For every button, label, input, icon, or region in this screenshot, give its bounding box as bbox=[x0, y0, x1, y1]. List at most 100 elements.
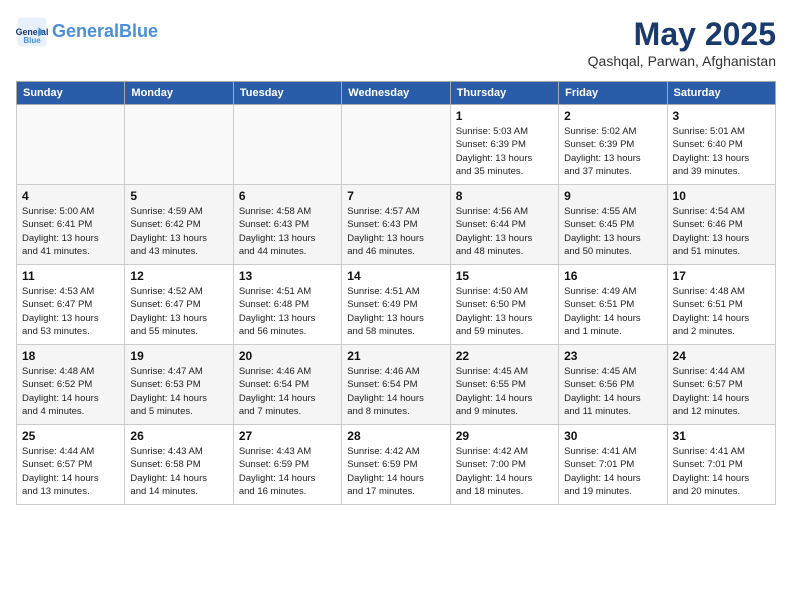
page-header: General Blue GeneralBlue May 2025 Qashqa… bbox=[16, 16, 776, 69]
day-number: 28 bbox=[347, 429, 444, 443]
day-number: 5 bbox=[130, 189, 227, 203]
calendar-cell: 25 Sunrise: 4:44 AM Sunset: 6:57 PM Dayli… bbox=[17, 425, 125, 505]
day-info: Sunrise: 4:57 AM Sunset: 6:43 PM Dayligh… bbox=[347, 205, 444, 258]
day-number: 23 bbox=[564, 349, 661, 363]
day-number: 1 bbox=[456, 109, 553, 123]
calendar-cell: 21 Sunrise: 4:46 AM Sunset: 6:54 PM Dayli… bbox=[342, 345, 450, 425]
day-info: Sunrise: 5:02 AM Sunset: 6:39 PM Dayligh… bbox=[564, 125, 661, 178]
calendar-week-4: 18 Sunrise: 4:48 AM Sunset: 6:52 PM Dayli… bbox=[17, 345, 776, 425]
day-number: 7 bbox=[347, 189, 444, 203]
day-number: 20 bbox=[239, 349, 336, 363]
calendar-cell: 19 Sunrise: 4:47 AM Sunset: 6:53 PM Dayli… bbox=[125, 345, 233, 425]
calendar-week-5: 25 Sunrise: 4:44 AM Sunset: 6:57 PM Dayli… bbox=[17, 425, 776, 505]
day-number: 19 bbox=[130, 349, 227, 363]
weekday-header-friday: Friday bbox=[559, 82, 667, 105]
calendar-cell: 26Sunrise: 4:43 AM Sunset: 6:58 PM Dayli… bbox=[125, 425, 233, 505]
day-info: Sunrise: 4:45 AM Sunset: 6:55 PM Dayligh… bbox=[456, 365, 553, 418]
calendar-cell: 29Sunrise: 4:42 AM Sunset: 7:00 PM Dayli… bbox=[450, 425, 558, 505]
calendar-cell: 2 Sunrise: 5:02 AM Sunset: 6:39 PM Daylig… bbox=[559, 105, 667, 185]
day-number: 12 bbox=[130, 269, 227, 283]
day-number: 17 bbox=[673, 269, 770, 283]
day-number: 31 bbox=[673, 429, 770, 443]
day-number: 22 bbox=[456, 349, 553, 363]
day-info: Sunrise: 4:44 AM Sunset: 6:57 PM Dayligh… bbox=[22, 445, 119, 498]
weekday-header-monday: Monday bbox=[125, 82, 233, 105]
svg-text:Blue: Blue bbox=[23, 36, 41, 45]
calendar-cell: 7 Sunrise: 4:57 AM Sunset: 6:43 PM Daylig… bbox=[342, 185, 450, 265]
calendar-week-1: 1 Sunrise: 5:03 AM Sunset: 6:39 PM Daylig… bbox=[17, 105, 776, 185]
calendar-cell: 16 Sunrise: 4:49 AM Sunset: 6:51 PM Dayli… bbox=[559, 265, 667, 345]
day-info: Sunrise: 4:56 AM Sunset: 6:44 PM Dayligh… bbox=[456, 205, 553, 258]
day-info: Sunrise: 4:59 AM Sunset: 6:42 PM Dayligh… bbox=[130, 205, 227, 258]
calendar-cell: 9Sunrise: 4:55 AM Sunset: 6:45 PM Daylig… bbox=[559, 185, 667, 265]
day-number: 24 bbox=[673, 349, 770, 363]
day-info: Sunrise: 4:51 AM Sunset: 6:49 PM Dayligh… bbox=[347, 285, 444, 338]
weekday-header-thursday: Thursday bbox=[450, 82, 558, 105]
calendar-week-3: 11 Sunrise: 4:53 AM Sunset: 6:47 PM Dayli… bbox=[17, 265, 776, 345]
day-info: Sunrise: 4:45 AM Sunset: 6:56 PM Dayligh… bbox=[564, 365, 661, 418]
day-info: Sunrise: 5:03 AM Sunset: 6:39 PM Dayligh… bbox=[456, 125, 553, 178]
day-number: 3 bbox=[673, 109, 770, 123]
day-number: 4 bbox=[22, 189, 119, 203]
day-info: Sunrise: 4:43 AM Sunset: 6:59 PM Dayligh… bbox=[239, 445, 336, 498]
calendar-cell: 28 Sunrise: 4:42 AM Sunset: 6:59 PM Dayli… bbox=[342, 425, 450, 505]
day-info: Sunrise: 4:46 AM Sunset: 6:54 PM Dayligh… bbox=[239, 365, 336, 418]
calendar-cell: 8 Sunrise: 4:56 AM Sunset: 6:44 PM Daylig… bbox=[450, 185, 558, 265]
calendar-cell: 5 Sunrise: 4:59 AM Sunset: 6:42 PM Daylig… bbox=[125, 185, 233, 265]
calendar-cell: 23 Sunrise: 4:45 AM Sunset: 6:56 PM Dayli… bbox=[559, 345, 667, 425]
calendar-cell: 31 Sunrise: 4:41 AM Sunset: 7:01 PM Dayli… bbox=[667, 425, 775, 505]
day-info: Sunrise: 5:00 AM Sunset: 6:41 PM Dayligh… bbox=[22, 205, 119, 258]
calendar-cell: 14 Sunrise: 4:51 AM Sunset: 6:49 PM Dayli… bbox=[342, 265, 450, 345]
day-number: 15 bbox=[456, 269, 553, 283]
calendar-table: SundayMondayTuesdayWednesdayThursdayFrid… bbox=[16, 81, 776, 505]
logo-icon: General Blue bbox=[16, 16, 48, 48]
calendar-week-2: 4 Sunrise: 5:00 AM Sunset: 6:41 PM Daylig… bbox=[17, 185, 776, 265]
day-number: 11 bbox=[22, 269, 119, 283]
day-info: Sunrise: 4:50 AM Sunset: 6:50 PM Dayligh… bbox=[456, 285, 553, 338]
calendar-cell: 24Sunrise: 4:44 AM Sunset: 6:57 PM Dayli… bbox=[667, 345, 775, 425]
day-number: 27 bbox=[239, 429, 336, 443]
day-number: 8 bbox=[456, 189, 553, 203]
calendar-cell: 3 Sunrise: 5:01 AM Sunset: 6:40 PM Daylig… bbox=[667, 105, 775, 185]
day-info: Sunrise: 4:58 AM Sunset: 6:43 PM Dayligh… bbox=[239, 205, 336, 258]
day-info: Sunrise: 4:48 AM Sunset: 6:52 PM Dayligh… bbox=[22, 365, 119, 418]
day-number: 25 bbox=[22, 429, 119, 443]
calendar-cell: 15 Sunrise: 4:50 AM Sunset: 6:50 PM Dayli… bbox=[450, 265, 558, 345]
calendar-cell: 13Sunrise: 4:51 AM Sunset: 6:48 PM Dayli… bbox=[233, 265, 341, 345]
calendar-cell: 10Sunrise: 4:54 AM Sunset: 6:46 PM Dayli… bbox=[667, 185, 775, 265]
day-info: Sunrise: 4:46 AM Sunset: 6:54 PM Dayligh… bbox=[347, 365, 444, 418]
day-info: Sunrise: 4:42 AM Sunset: 6:59 PM Dayligh… bbox=[347, 445, 444, 498]
calendar-cell: 18 Sunrise: 4:48 AM Sunset: 6:52 PM Dayli… bbox=[17, 345, 125, 425]
day-info: Sunrise: 4:41 AM Sunset: 7:01 PM Dayligh… bbox=[673, 445, 770, 498]
day-number: 9 bbox=[564, 189, 661, 203]
calendar-cell: 6 Sunrise: 4:58 AM Sunset: 6:43 PM Daylig… bbox=[233, 185, 341, 265]
month-title: May 2025 bbox=[588, 16, 776, 53]
calendar-cell bbox=[342, 105, 450, 185]
location-title: Qashqal, Parwan, Afghanistan bbox=[588, 53, 776, 69]
day-number: 18 bbox=[22, 349, 119, 363]
logo-text-line1: GeneralBlue bbox=[52, 22, 158, 42]
day-number: 21 bbox=[347, 349, 444, 363]
weekday-header-wednesday: Wednesday bbox=[342, 82, 450, 105]
day-info: Sunrise: 5:01 AM Sunset: 6:40 PM Dayligh… bbox=[673, 125, 770, 178]
calendar-cell: 17Sunrise: 4:48 AM Sunset: 6:51 PM Dayli… bbox=[667, 265, 775, 345]
day-number: 2 bbox=[564, 109, 661, 123]
calendar-cell: 22 Sunrise: 4:45 AM Sunset: 6:55 PM Dayli… bbox=[450, 345, 558, 425]
calendar-cell: 30Sunrise: 4:41 AM Sunset: 7:01 PM Dayli… bbox=[559, 425, 667, 505]
day-number: 16 bbox=[564, 269, 661, 283]
day-info: Sunrise: 4:41 AM Sunset: 7:01 PM Dayligh… bbox=[564, 445, 661, 498]
day-info: Sunrise: 4:54 AM Sunset: 6:46 PM Dayligh… bbox=[673, 205, 770, 258]
day-info: Sunrise: 4:53 AM Sunset: 6:47 PM Dayligh… bbox=[22, 285, 119, 338]
calendar-cell: 12Sunrise: 4:52 AM Sunset: 6:47 PM Dayli… bbox=[125, 265, 233, 345]
calendar-cell bbox=[233, 105, 341, 185]
weekday-header-sunday: Sunday bbox=[17, 82, 125, 105]
day-number: 6 bbox=[239, 189, 336, 203]
calendar-cell: 27 Sunrise: 4:43 AM Sunset: 6:59 PM Dayli… bbox=[233, 425, 341, 505]
day-info: Sunrise: 4:49 AM Sunset: 6:51 PM Dayligh… bbox=[564, 285, 661, 338]
title-area: May 2025 Qashqal, Parwan, Afghanistan bbox=[588, 16, 776, 69]
day-info: Sunrise: 4:47 AM Sunset: 6:53 PM Dayligh… bbox=[130, 365, 227, 418]
weekday-header-row: SundayMondayTuesdayWednesdayThursdayFrid… bbox=[17, 82, 776, 105]
day-number: 13 bbox=[239, 269, 336, 283]
day-number: 14 bbox=[347, 269, 444, 283]
calendar-cell: 1 Sunrise: 5:03 AM Sunset: 6:39 PM Daylig… bbox=[450, 105, 558, 185]
